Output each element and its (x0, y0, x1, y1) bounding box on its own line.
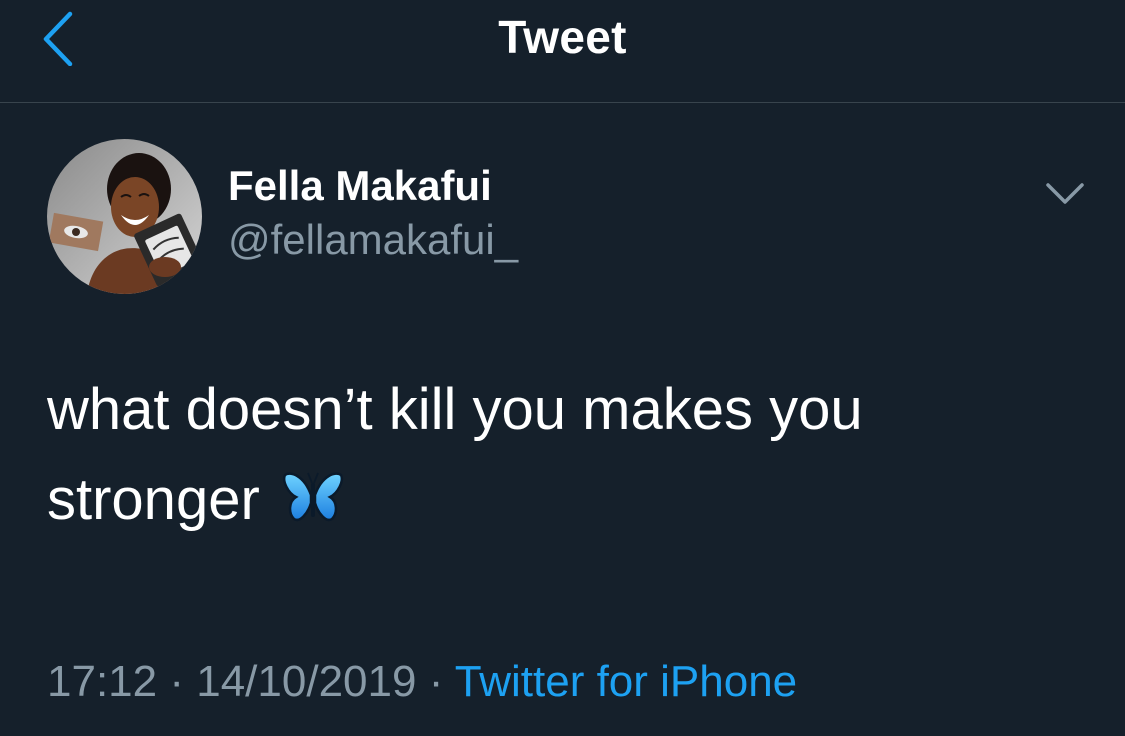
tweet-time: 17:12 (47, 657, 158, 706)
avatar[interactable] (47, 139, 202, 294)
tweet-source-link[interactable]: Twitter for iPhone (455, 657, 797, 706)
meta-separator: · (169, 657, 184, 706)
profile-photo (47, 139, 202, 294)
navigation-bar: Tweet (0, 0, 1125, 103)
author-handle[interactable]: @fellamakafui_ (228, 214, 518, 266)
tweet-text: what doesn’t kill you makes you stronger (47, 365, 1087, 545)
author-display-name[interactable]: Fella Makafui (228, 160, 492, 212)
meta-separator: · (428, 657, 444, 706)
tweet-body: what doesn’t kill you makes you stronger (47, 377, 863, 532)
tweet-menu-button[interactable] (1040, 170, 1090, 220)
chevron-down-icon (1046, 183, 1084, 204)
butterfly-emoji (282, 461, 344, 522)
tweet-date: 14/10/2019 (196, 657, 417, 706)
tweet-meta: 17:12 · 14/10/2019 · Twitter for iPhone (47, 652, 797, 712)
page-title: Tweet (498, 11, 627, 63)
